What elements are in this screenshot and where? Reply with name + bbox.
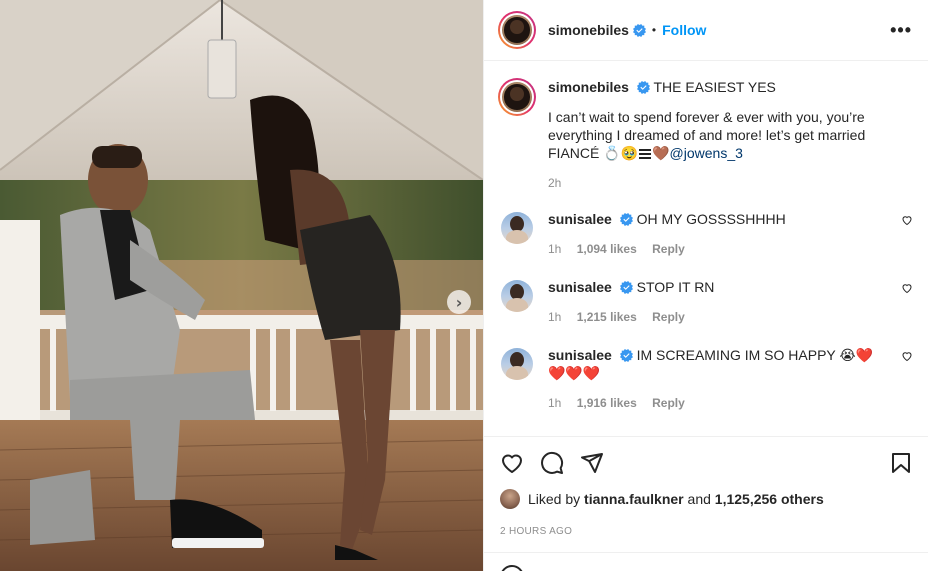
comment-username[interactable]: sunisalee <box>548 211 612 227</box>
more-icon[interactable]: ••• <box>890 21 912 39</box>
liked-by-and: and <box>687 491 711 507</box>
post-photo[interactable]: › <box>0 0 483 571</box>
reply-button[interactable]: Reply <box>652 310 685 324</box>
comment-item: sunisalee STOP IT RN 1h 1,215 likes Repl… <box>498 278 915 324</box>
caption-text: simonebiles THE EASIEST YES I can’t wait… <box>548 78 885 162</box>
caption-username[interactable]: simonebiles <box>548 79 629 95</box>
verified-icon <box>619 281 633 294</box>
caption-avatar[interactable] <box>498 78 536 116</box>
emoji-icon[interactable] <box>500 565 524 571</box>
comment-time: 1h <box>548 396 562 410</box>
action-bar <box>500 437 913 489</box>
comment-likes[interactable]: 1,215 likes <box>577 310 637 324</box>
comment-time: 1h <box>548 310 562 324</box>
separator: • <box>651 23 657 37</box>
add-comment-section <box>484 552 928 571</box>
share-icon[interactable] <box>580 451 604 475</box>
commenter-avatar[interactable] <box>501 348 533 380</box>
bookmark-icon[interactable] <box>889 451 913 475</box>
comment-text: STOP IT RN <box>636 279 715 295</box>
next-arrow-icon: › <box>455 292 463 312</box>
likes-count[interactable]: 1,125,256 others <box>715 491 824 507</box>
caption: simonebiles THE EASIEST YES I can’t wait… <box>498 78 915 190</box>
comments-list[interactable]: simonebiles THE EASIEST YES I can’t wait… <box>484 62 928 436</box>
liked-by-prefix: Liked by <box>528 491 581 507</box>
comment-username[interactable]: sunisalee <box>548 279 612 295</box>
caption-title: THE EASIEST YES <box>653 79 776 95</box>
reply-button[interactable]: Reply <box>652 396 685 410</box>
liker-avatar[interactable] <box>500 489 520 509</box>
verified-icon <box>619 213 633 226</box>
commenter-avatar[interactable] <box>501 280 533 312</box>
proposal-photo <box>0 0 483 571</box>
like-comment-heart-icon[interactable] <box>901 282 913 294</box>
comment-username[interactable]: sunisalee <box>548 347 612 363</box>
post-sidebar: simonebiles • Follow ••• simonebiles THE… <box>483 0 928 571</box>
caption-meta: 2h <box>548 176 885 190</box>
heart-icon[interactable] <box>500 451 524 475</box>
author-username[interactable]: simonebiles <box>548 22 629 38</box>
commenter-avatar[interactable] <box>501 212 533 244</box>
reply-button[interactable]: Reply <box>652 242 685 256</box>
post-actions: Liked by tianna.faulkner and 1,125,256 o… <box>484 436 928 571</box>
verified-icon <box>636 81 650 94</box>
comment-item: sunisalee OH MY GOSSSSHHHH 1h 1,094 like… <box>498 210 915 256</box>
comment-likes[interactable]: 1,916 likes <box>577 396 637 410</box>
like-comment-heart-icon[interactable] <box>901 214 913 226</box>
likes-summary: Liked by tianna.faulkner and 1,125,256 o… <box>500 489 913 509</box>
comment-likes[interactable]: 1,094 likes <box>577 242 637 256</box>
next-photo-button[interactable]: › <box>447 290 471 314</box>
comment-time: 1h <box>548 242 562 256</box>
caption-time: 2h <box>548 176 562 190</box>
follow-button[interactable]: Follow <box>662 22 706 38</box>
caption-emoji: 🤎 <box>652 145 670 161</box>
comment-item: sunisalee IM SCREAMING IM SO HAPPY 😭❤️❤️… <box>498 346 915 410</box>
verified-icon <box>632 23 646 37</box>
post-header: simonebiles • Follow ••• <box>484 0 928 61</box>
comment-text: OH MY GOSSSSHHHH <box>636 211 786 227</box>
like-comment-heart-icon[interactable] <box>901 350 913 362</box>
mention-link[interactable]: @jowens_3 <box>670 145 743 161</box>
author-avatar[interactable] <box>498 11 536 49</box>
verified-icon <box>619 349 633 362</box>
liker-username[interactable]: tianna.faulkner <box>584 491 684 507</box>
post-timestamp[interactable]: 2 HOURS AGO <box>500 526 913 537</box>
comment-icon[interactable] <box>540 451 564 475</box>
